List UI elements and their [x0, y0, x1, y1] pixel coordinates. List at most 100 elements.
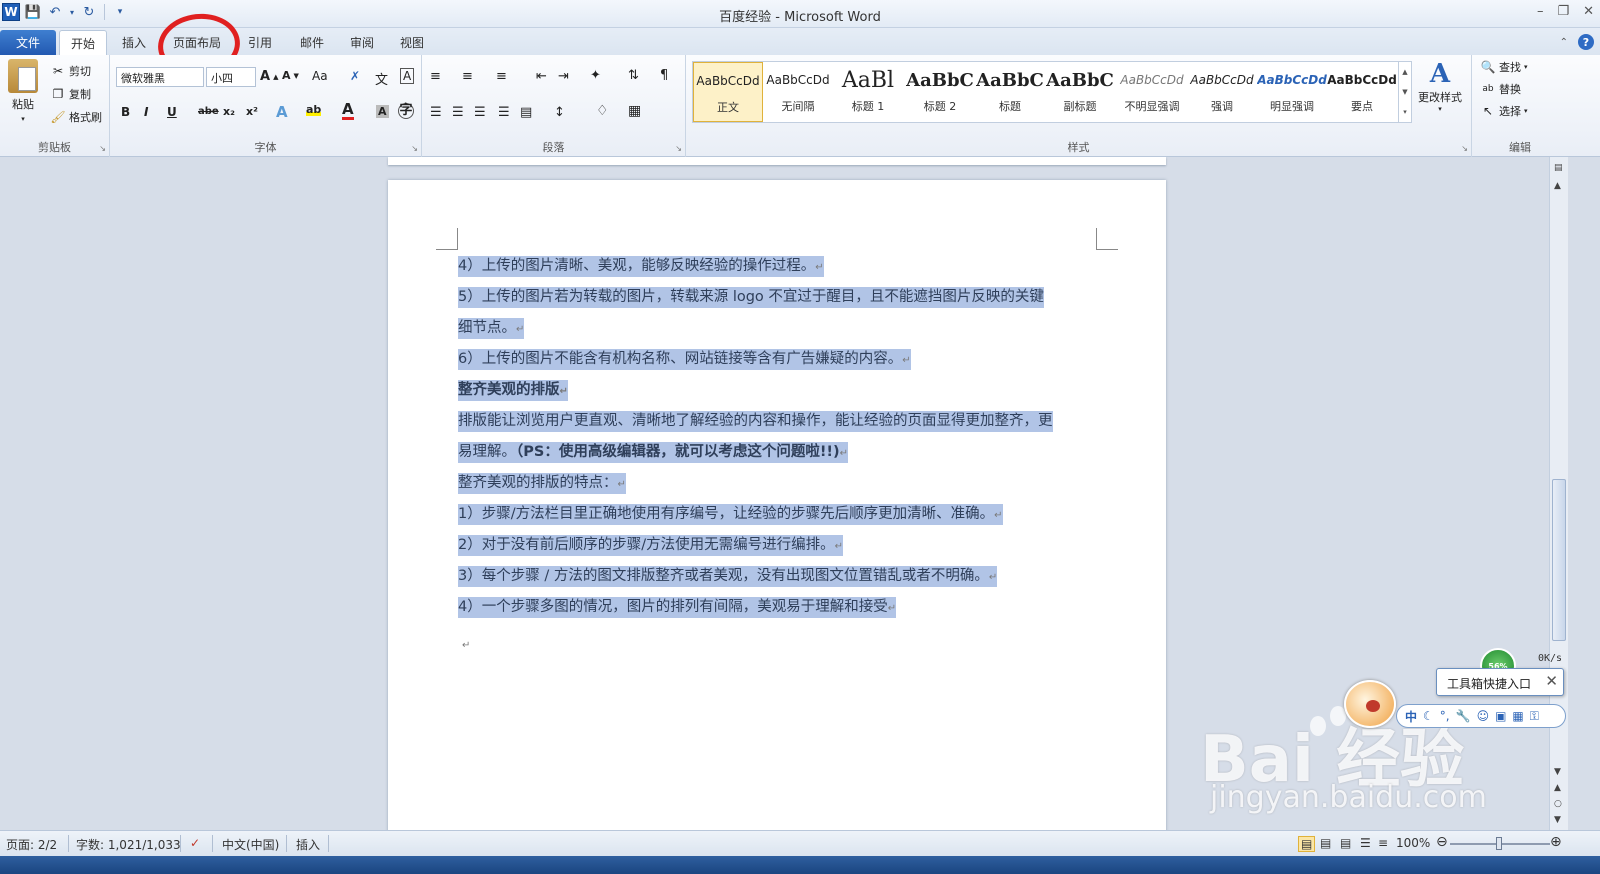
proofing-icon[interactable]: ✓: [190, 836, 200, 850]
character-border-icon[interactable]: A: [400, 68, 415, 84]
change-styles-button[interactable]: A 更改样式 ▾: [1418, 59, 1462, 113]
align-center-icon[interactable]: ☰: [452, 105, 464, 120]
justify-icon[interactable]: ☰: [498, 105, 510, 120]
minimize-icon[interactable]: –: [1537, 4, 1544, 19]
document-line[interactable]: 1）步骤/方法栏目里正确地使用有序编号，让经验的步骤先后顺序更加清晰、准确。↵: [458, 500, 1003, 529]
restore-icon[interactable]: ❐: [1557, 4, 1569, 19]
tab-insert[interactable]: 插入: [112, 30, 156, 55]
zoom-out-icon[interactable]: ⊖: [1436, 834, 1448, 850]
document-line[interactable]: 4）上传的图片清晰、美观，能够反映经验的操作过程。↵: [458, 252, 824, 281]
ime-language-toggle[interactable]: 中: [1405, 708, 1417, 725]
style-1[interactable]: AaBbCcDd 无间隔: [763, 62, 833, 122]
document-line[interactable]: 6）上传的图片不能含有机构名称、网站链接等含有广告嫌疑的内容。↵: [458, 345, 911, 374]
document-line[interactable]: 整齐美观的排版↵: [458, 376, 568, 405]
zoom-slider-thumb[interactable]: [1496, 837, 1502, 850]
tab-home[interactable]: 开始: [59, 30, 107, 55]
line-spacing-icon[interactable]: ↕: [554, 105, 565, 120]
superscript-button[interactable]: x²: [246, 105, 258, 118]
numbering-icon[interactable]: ≡: [462, 69, 473, 84]
close-tooltip-icon[interactable]: ✕: [1545, 672, 1558, 690]
scroll-down-icon[interactable]: ▼: [1554, 767, 1561, 777]
insert-mode-indicator[interactable]: 插入: [296, 836, 320, 853]
style-0[interactable]: AaBbCcDd 正文: [693, 62, 763, 122]
bold-button[interactable]: B: [121, 105, 130, 119]
tab-references[interactable]: 引用: [238, 30, 282, 55]
select-button[interactable]: ↖ 选择 ▾: [1480, 103, 1528, 119]
style-5[interactable]: AaBbC 副标题: [1045, 62, 1115, 122]
document-line[interactable]: 易理解。（PS：使用高级编辑器，就可以考虑这个问题啦!!)↵: [458, 438, 849, 467]
help-icon[interactable]: ?: [1578, 34, 1594, 50]
gallery-more-icon[interactable]: ▾: [1403, 108, 1407, 116]
language-indicator[interactable]: 中文(中国): [222, 836, 279, 853]
increase-indent-icon[interactable]: ⇥: [558, 69, 569, 84]
style-2[interactable]: AaBl 标题 1: [833, 62, 903, 122]
style-7[interactable]: AaBbCcDd 强调: [1187, 62, 1257, 122]
chinese-layout-icon[interactable]: ✦: [590, 68, 601, 83]
show-marks-icon[interactable]: ¶: [660, 68, 668, 83]
outline-icon[interactable]: ☰: [1360, 836, 1371, 850]
gallery-down-icon[interactable]: ▼: [1402, 88, 1407, 96]
gallery-up-icon[interactable]: ▲: [1402, 68, 1407, 76]
web-layout-icon[interactable]: ▤: [1340, 836, 1351, 850]
text-effects-icon[interactable]: A: [276, 103, 288, 121]
scrollbar-thumb[interactable]: [1552, 479, 1566, 641]
vertical-scrollbar[interactable]: ▤ ▲ ▼ ▲ ○ ▼: [1549, 157, 1568, 830]
shrink-font-icon[interactable]: A ▼: [282, 69, 299, 82]
tab-file[interactable]: 文件: [0, 30, 56, 55]
tab-review[interactable]: 审阅: [340, 30, 384, 55]
emoji-icon[interactable]: ☺: [1477, 709, 1490, 723]
cut-button[interactable]: ✂ 剪切: [50, 63, 91, 79]
shading-icon[interactable]: ♢: [596, 103, 609, 119]
style-9[interactable]: AaBbCcDd 要点: [1327, 62, 1397, 122]
find-button[interactable]: 🔍 查找 ▾: [1480, 59, 1528, 75]
draft-icon[interactable]: ≡: [1378, 836, 1388, 850]
minimize-ribbon-icon[interactable]: ⌃: [1560, 37, 1568, 48]
tab-view[interactable]: 视图: [390, 30, 434, 55]
strikethrough-button[interactable]: abe: [198, 106, 219, 117]
document-page[interactable]: 4）上传的图片清晰、美观，能够反映经验的操作过程。↵ 5）上传的图片若为转载的图片…: [388, 180, 1166, 830]
paste-button[interactable]: 粘贴 ▾: [8, 59, 38, 123]
half-width-moon-icon[interactable]: ☾: [1423, 709, 1434, 723]
grid-apps-icon[interactable]: ▦: [1512, 709, 1523, 723]
previous-page-icon[interactable]: ▲: [1554, 783, 1561, 793]
copy-button[interactable]: ❐ 复制: [50, 86, 91, 102]
borders-icon[interactable]: ▦: [628, 103, 641, 119]
style-4[interactable]: AaBbC 标题: [975, 62, 1045, 122]
multilevel-list-icon[interactable]: ≡: [496, 69, 507, 84]
document-line[interactable]: 4）一个步骤多图的情况，图片的排列有间隔，美观易于理解和接受↵: [458, 593, 897, 622]
next-page-icon[interactable]: ▼: [1554, 815, 1561, 825]
change-case-button[interactable]: Aa: [312, 69, 328, 83]
word-count[interactable]: 字数: 1,021/1,033: [76, 836, 181, 853]
replace-button[interactable]: ab 替换: [1480, 81, 1521, 97]
document-line[interactable]: 2）对于没有前后顺序的步骤/方法使用无需编号进行编排。↵: [458, 531, 843, 560]
font-color-icon[interactable]: A: [342, 102, 354, 120]
character-shading-icon[interactable]: A: [376, 105, 389, 118]
paragraph-launcher-icon[interactable]: ↘: [675, 144, 682, 153]
tab-mailings[interactable]: 邮件: [290, 30, 334, 55]
bullets-icon[interactable]: ≡: [430, 69, 441, 84]
highlight-icon[interactable]: ab: [306, 103, 322, 116]
italic-button[interactable]: I: [144, 105, 148, 119]
style-8[interactable]: AaBbCcDd 明显强调: [1257, 62, 1327, 122]
distributed-icon[interactable]: ▤: [520, 105, 532, 120]
document-line[interactable]: 3）每个步骤 / 方法的图文排版整齐或者美观，没有出现图文位置错乱或者不明确。↵: [458, 562, 998, 591]
lock-icon[interactable]: ⚿: [1530, 709, 1539, 724]
align-left-icon[interactable]: ☰: [430, 105, 442, 120]
font-name-combobox[interactable]: 微软雅黑: [116, 67, 204, 87]
ruler-toggle-icon[interactable]: ▤: [1554, 163, 1563, 173]
sort-icon[interactable]: ⇅: [628, 68, 639, 83]
mascot-avatar-icon[interactable]: [1344, 680, 1396, 728]
browse-object-icon[interactable]: ○: [1554, 799, 1562, 809]
underline-button[interactable]: U: [167, 105, 177, 119]
zoom-level[interactable]: 100%: [1396, 836, 1430, 850]
document-line[interactable]: 排版能让浏览用户更直观、清晰地了解经验的内容和操作，能让经验的页面显得更加整齐，…: [458, 407, 1053, 436]
wrench-icon[interactable]: 🔧: [1456, 709, 1471, 723]
font-launcher-icon[interactable]: ↘: [411, 144, 418, 153]
zoom-in-icon[interactable]: ⊕: [1550, 834, 1562, 850]
enclose-characters-icon[interactable]: 字: [398, 103, 414, 119]
decrease-indent-icon[interactable]: ⇤: [536, 69, 547, 84]
styles-launcher-icon[interactable]: ↘: [1461, 144, 1468, 153]
full-screen-reading-icon[interactable]: ▤: [1320, 836, 1331, 850]
subscript-button[interactable]: x₂: [223, 105, 235, 118]
phonetic-guide-icon[interactable]: 文: [375, 69, 388, 88]
